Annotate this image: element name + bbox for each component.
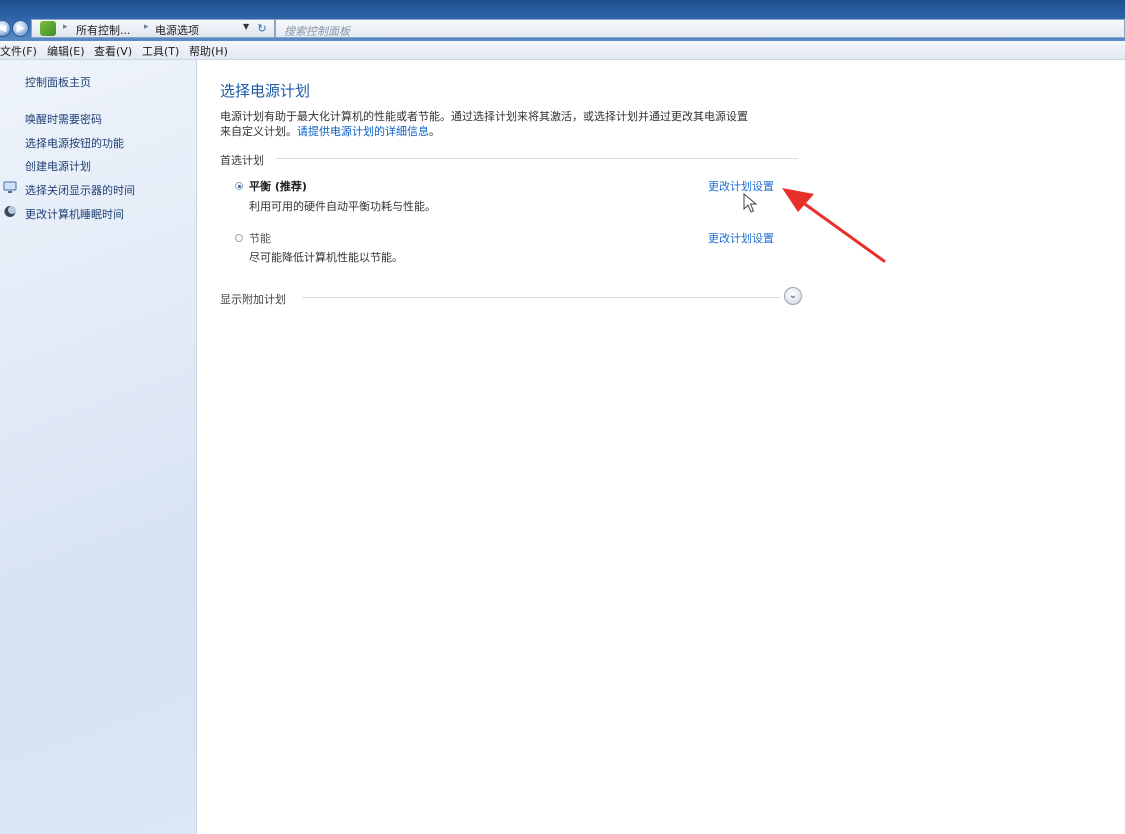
expand-chevron-icon[interactable]: ⌄	[784, 287, 802, 305]
sidebar-item-display-off-time[interactable]: 选择关闭显示器的时间	[25, 182, 135, 198]
sleep-moon-icon	[4, 206, 16, 217]
annotation-arrow-icon	[782, 188, 886, 263]
description-text-suffix: 。	[429, 125, 440, 138]
plan-balanced-change-settings-link[interactable]: 更改计划设置	[708, 178, 774, 194]
sidebar-item-control-panel-home[interactable]: 控制面板主页	[25, 74, 91, 90]
breadcrumb-all-control-panel[interactable]: 所有控制...	[76, 22, 131, 38]
menu-tools[interactable]: 工具(T)	[142, 43, 179, 59]
control-panel-icon	[40, 21, 56, 36]
search-placeholder: 搜索控制面板	[284, 25, 350, 38]
breadcrumb-separator-icon[interactable]: ▸	[144, 22, 149, 32]
plan-power-saver-name[interactable]: 节能	[249, 230, 271, 246]
menu-help[interactable]: 帮助(H)	[189, 43, 228, 59]
page-description-line-2: 来自定义计划。请提供电源计划的详细信息。	[220, 123, 810, 139]
page-description-line-1: 电源计划有助于最大化计算机的性能或者节能。通过选择计划来将其激活，或选择计划并通…	[220, 108, 810, 124]
menu-bar: 文件(F) 编辑(E) 查看(V) 工具(T) 帮助(H)	[0, 41, 1125, 60]
plan-balanced-radio[interactable]	[235, 182, 243, 190]
mouse-cursor-icon	[743, 193, 758, 213]
show-additional-plans-label[interactable]: 显示附加计划	[220, 291, 286, 307]
address-bar: ◀ ▶ ▸ 所有控制... ▸ 电源选项 ▼ ↻ 搜索控制面板	[0, 0, 1125, 41]
back-button[interactable]: ◀	[0, 20, 11, 37]
search-input[interactable]: 搜索控制面板	[275, 19, 1125, 38]
plan-power-saver-change-settings-link[interactable]: 更改计划设置	[708, 230, 774, 246]
description-text-prefix: 来自定义计划。	[220, 125, 297, 138]
sidebar-item-wake-password[interactable]: 唤醒时需要密码	[25, 111, 102, 127]
sidebar-item-sleep-time[interactable]: 更改计算机睡眠时间	[25, 206, 124, 222]
plan-power-saver-radio[interactable]	[235, 234, 243, 242]
menu-edit[interactable]: 编辑(E)	[47, 43, 85, 59]
page-title: 选择电源计划	[220, 82, 311, 100]
address-dropdown-icon[interactable]: ▼	[243, 22, 249, 31]
plan-balanced-name[interactable]: 平衡 (推荐)	[249, 178, 307, 194]
breadcrumb-power-options[interactable]: 电源选项	[155, 22, 199, 38]
additional-plans-divider	[302, 297, 780, 298]
sidebar-item-create-plan[interactable]: 创建电源计划	[25, 158, 91, 174]
monitor-icon	[3, 181, 17, 193]
sidebar	[0, 60, 197, 834]
preferred-plans-divider	[276, 158, 798, 159]
menu-file[interactable]: 文件(F)	[0, 43, 37, 59]
preferred-plans-label: 首选计划	[220, 154, 264, 167]
description-text: 电源计划有助于最大化计算机的性能或者节能。通过选择计划来将其激活，或选择计划并通…	[220, 110, 748, 123]
sidebar-item-power-button[interactable]: 选择电源按钮的功能	[25, 135, 124, 151]
plan-balanced-description: 利用可用的硬件自动平衡功耗与性能。	[249, 200, 436, 213]
breadcrumb-separator-icon[interactable]: ▸	[63, 22, 68, 32]
forward-button[interactable]: ▶	[12, 20, 29, 37]
plan-details-link[interactable]: 请提供电源计划的详细信息	[297, 125, 429, 138]
plan-power-saver-description: 尽可能降低计算机性能以节能。	[249, 251, 403, 264]
refresh-icon[interactable]: ↻	[253, 20, 271, 37]
menu-view[interactable]: 查看(V)	[94, 43, 132, 59]
